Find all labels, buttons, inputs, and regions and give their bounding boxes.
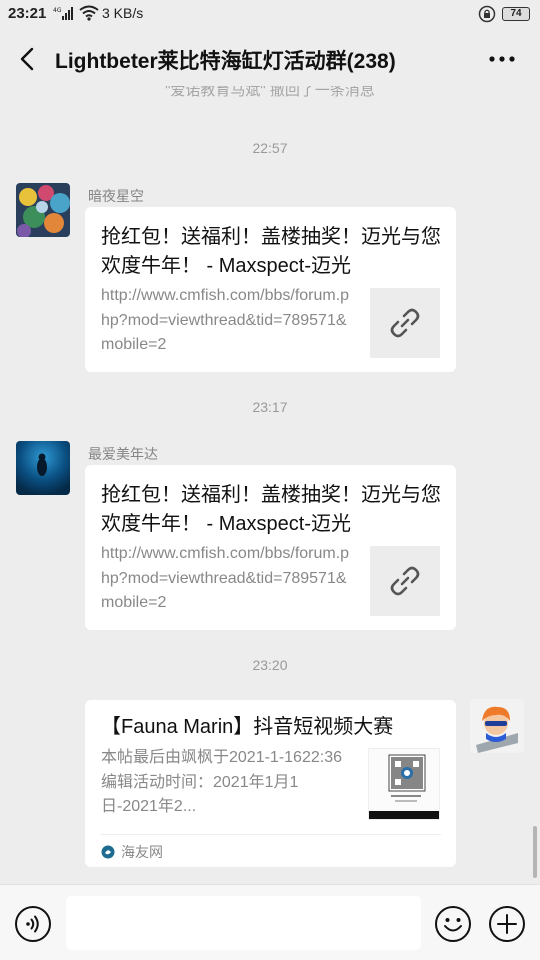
page-title: Lightbeter莱比特海缸灯活动群(238) [55,50,396,73]
battery-icon: 74 [502,7,530,21]
rotation-lock-icon [478,5,496,23]
voice-icon[interactable] [14,905,52,943]
cell-signal-icon: 4G [53,7,73,20]
divider [101,834,441,835]
card-title: 抢红包！送福利！盖楼抽奖！迈光与您欢度牛年！ - Maxspect-迈光 [101,484,441,535]
avatar-image [16,441,70,495]
source-logo-icon [101,845,115,859]
message-timestamp: 23:17 [252,399,288,415]
link-icon [390,308,420,338]
sender-name: 暗夜星空 [88,188,144,204]
network-speed: 3 KB/s [102,5,144,21]
network-type-label: 4G [53,7,62,14]
card-source: 海友网 [101,842,163,862]
scrollbar[interactable] [533,826,537,878]
emoji-icon[interactable] [434,905,472,943]
message-timestamp: 23:20 [252,657,288,673]
input-bar [0,884,540,960]
status-time: 23:21 [8,5,47,22]
qr-code-icon [369,749,439,819]
avatar-image [470,699,524,753]
more-icon[interactable] [486,44,518,74]
wifi-icon [79,5,99,21]
message-input[interactable] [66,896,421,950]
card-description: 本帖最后由飒枫于2021-1-1622:36编辑活动时间：2021年1月1日-2… [101,749,342,815]
card-description: http://www.cmfish.com/bbs/forum.php?mod=… [101,287,350,353]
link-card[interactable]: 抢红包！送福利！盖楼抽奖！迈光与您欢度牛年！ - Maxspect-迈光 htt… [85,207,456,372]
status-bar: 23:21 4G 3 KB/s 74 [0,0,540,30]
battery-level: 74 [510,8,522,19]
card-description: http://www.cmfish.com/bbs/forum.php?mod=… [101,545,350,611]
my-avatar[interactable] [470,699,524,753]
link-card[interactable]: 抢红包！送福利！盖楼抽奖！迈光与您欢度牛年！ - Maxspect-迈光 htt… [85,465,456,630]
recall-notice-text: "爱诺教育马斌" 撤回了一条消息 [165,86,375,99]
card-thumbnail [368,748,440,820]
message-timestamp: 22:57 [252,140,288,156]
link-icon [390,566,420,596]
card-thumbnail [370,546,440,616]
card-title: 抢红包！送福利！盖楼抽奖！迈光与您欢度牛年！ - Maxspect-迈光 [101,226,441,277]
plus-icon[interactable] [488,905,526,943]
card-thumbnail [370,288,440,358]
avatar[interactable] [16,183,70,237]
recall-notice: "爱诺教育马斌" 撤回了一条消息 [0,86,540,108]
avatar-image [16,183,70,237]
card-title: 【Fauna Marin】抖音短视频大赛 [101,716,394,738]
link-card[interactable]: 【Fauna Marin】抖音短视频大赛 本帖最后由飒枫于2021-1-1622… [85,700,456,867]
back-icon[interactable] [14,44,42,74]
avatar[interactable] [16,441,70,495]
sender-name: 最爱美年达 [88,446,158,462]
card-source-name: 海友网 [121,844,163,860]
chat-header: Lightbeter莱比特海缸灯活动群(238) [0,30,540,88]
